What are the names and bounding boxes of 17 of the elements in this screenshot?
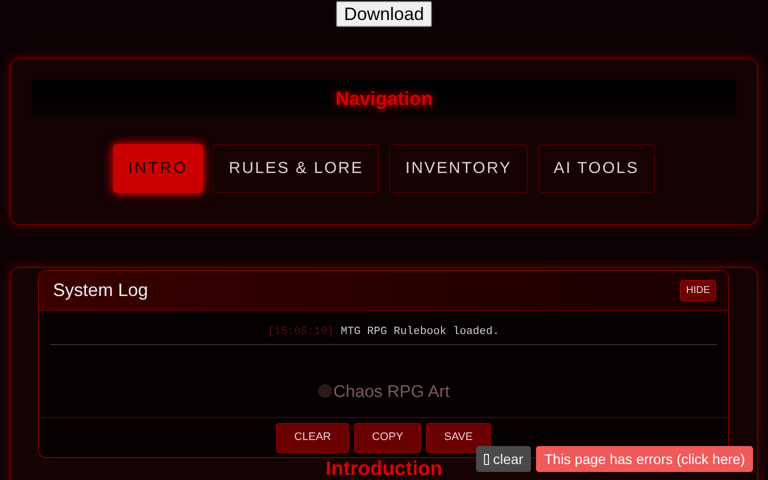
nav-tab[interactable]: INVENTORY [389,144,528,193]
nav-tab[interactable]: RULES & LORE [212,144,380,193]
section-heading: Introduction [326,462,442,476]
image-alt-text: Chaos RPG Art [333,380,450,402]
broken-image-icon [317,383,334,400]
nav-tab[interactable]: AI TOOLS [538,144,655,193]
download-button[interactable]: Download [336,1,432,27]
log-button[interactable]: COPY [354,422,422,452]
clear-button[interactable]: clear [476,446,532,472]
log-title: System Log [53,279,148,302]
hide-button[interactable]: HIDE [680,280,716,301]
log-timestamp: [15:08:10] [268,325,334,340]
log-message: MTG RPG Rulebook loaded. [340,325,500,340]
log-button[interactable]: CLEAR [276,422,349,452]
missing-glyph-icon [484,454,489,464]
navigation-title: Navigation [335,88,433,112]
log-button[interactable]: SAVE [426,422,491,452]
